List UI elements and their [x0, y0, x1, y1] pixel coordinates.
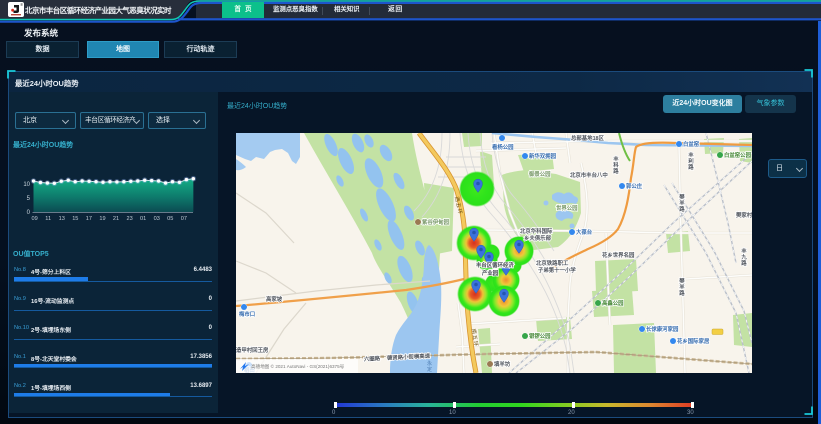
- svg-text:北京市丰台八中: 北京市丰台八中: [570, 171, 608, 179]
- svg-text:11: 11: [45, 216, 51, 222]
- svg-text:高家坡: 高家坡: [266, 295, 283, 303]
- svg-text:花乡世界名园: 花乡世界名园: [602, 251, 635, 259]
- svg-text:大葆台: 大葆台: [576, 228, 593, 236]
- svg-text:路: 路: [679, 289, 685, 297]
- svg-text:郭公庄: 郭公庄: [626, 182, 643, 190]
- svg-text:07: 07: [181, 216, 187, 222]
- svg-text:丰: 丰: [688, 151, 694, 159]
- svg-text:总部基地18区: 总部基地18区: [571, 134, 605, 142]
- svg-text:御景公园: 御景公园: [528, 170, 551, 178]
- svg-text:13: 13: [59, 216, 65, 222]
- svg-text:5: 5: [27, 196, 31, 202]
- svg-text:01: 01: [140, 216, 146, 222]
- svg-text:路: 路: [679, 205, 685, 213]
- svg-text:丰: 丰: [741, 247, 747, 255]
- svg-text:羊: 羊: [679, 199, 685, 207]
- svg-text:九: 九: [740, 253, 747, 261]
- svg-text:高鑫公园: 高鑫公园: [602, 299, 624, 307]
- svg-text:高德地图 © 2021 AutoNavi - GS(2021: 高德地图 © 2021 AutoNavi - GS(2021)6375号: [251, 363, 345, 370]
- svg-text:紫谷伊甸园: 紫谷伊甸园: [422, 218, 450, 226]
- svg-text:子弟第十一小学: 子弟第十一小学: [538, 266, 576, 274]
- svg-text:樊家村: 樊家村: [736, 211, 752, 219]
- svg-text:世界公园: 世界公园: [556, 204, 578, 212]
- svg-text:长俅康河家园: 长俅康河家园: [646, 325, 679, 333]
- svg-text:樊: 樊: [679, 193, 685, 201]
- svg-text:梅市口: 梅市口: [239, 310, 255, 318]
- svg-text:新华双拥园: 新华双拥园: [529, 152, 557, 160]
- svg-text:09: 09: [31, 216, 37, 222]
- svg-text:丰台区循环经济: 丰台区循环经济: [476, 261, 514, 269]
- svg-text:路: 路: [688, 163, 694, 171]
- svg-text:15: 15: [72, 216, 78, 222]
- svg-text:花乡国际家居: 花乡国际家居: [677, 337, 710, 345]
- svg-text:丰: 丰: [613, 155, 619, 163]
- svg-text:03: 03: [154, 216, 160, 222]
- svg-text:利: 利: [688, 157, 694, 165]
- svg-text:定: 定: [427, 366, 432, 373]
- svg-text:乡夫俱乐部: 乡夫俱乐部: [524, 234, 552, 242]
- svg-text:路: 路: [613, 167, 619, 175]
- svg-text:0: 0: [27, 210, 31, 216]
- svg-text:白盆窑公园: 白盆窑公园: [724, 151, 752, 159]
- svg-text:路: 路: [741, 259, 747, 267]
- svg-text:17: 17: [86, 216, 92, 222]
- svg-text:23: 23: [126, 216, 132, 222]
- svg-text:科: 科: [613, 161, 619, 169]
- svg-text:造甲村回王房: 造甲村回王房: [236, 346, 269, 354]
- svg-text:05: 05: [167, 216, 173, 222]
- svg-text:21: 21: [113, 216, 119, 222]
- svg-text:产业园: 产业园: [482, 269, 499, 277]
- svg-text:樊: 樊: [679, 277, 685, 285]
- svg-text:看杨公园: 看杨公园: [492, 143, 514, 151]
- svg-text:19: 19: [99, 216, 105, 222]
- svg-text:白盆窑: 白盆窑: [683, 140, 700, 148]
- svg-text:银锣公园: 银锣公园: [529, 332, 551, 340]
- svg-text:永: 永: [427, 360, 432, 367]
- svg-text:10: 10: [23, 182, 30, 188]
- svg-text:北京华科国际: 北京华科国际: [520, 227, 553, 235]
- svg-text:北京铁路职工: 北京铁路职工: [536, 259, 569, 267]
- svg-text:填羊坊: 填羊坊: [494, 360, 511, 368]
- svg-text:羊: 羊: [679, 283, 685, 291]
